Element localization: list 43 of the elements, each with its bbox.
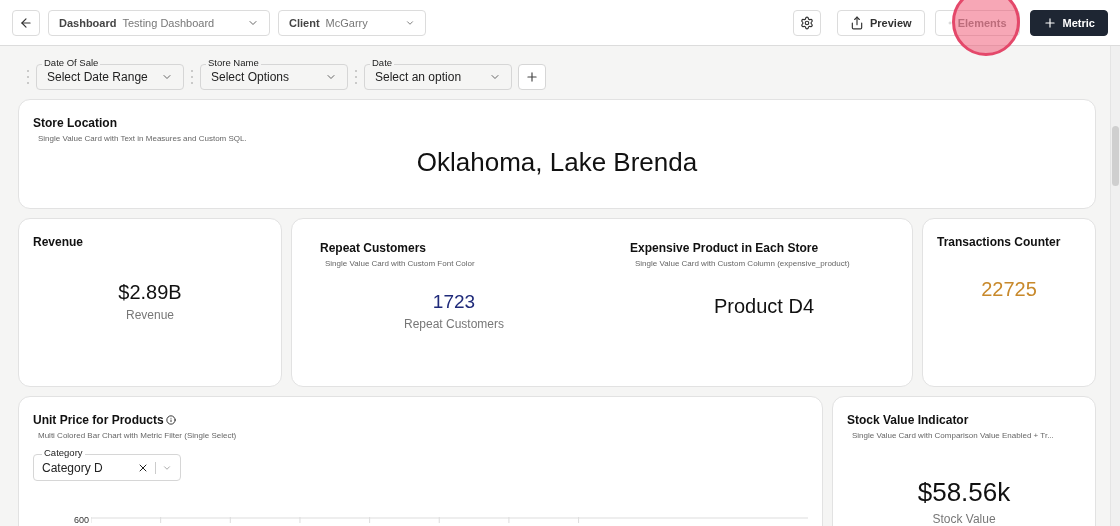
card-subtitle: Single Value Card with Comparison Value Enabled + Tr...	[852, 431, 1055, 440]
card-title: Stock Value Indicator	[847, 413, 970, 427]
field-value: Select Options	[211, 70, 290, 84]
card-title: Expensive Product in Each Store	[630, 241, 820, 255]
back-button[interactable]	[12, 9, 40, 36]
metric-button[interactable]: Metric	[1029, 9, 1108, 36]
axis-tick-label: 600	[72, 515, 89, 525]
field-label: Date	[370, 57, 395, 68]
plus-icon	[525, 70, 539, 84]
share-icon	[850, 15, 864, 30]
field-label: Category	[42, 447, 85, 458]
plus-icon	[1042, 15, 1057, 30]
card-title: Revenue	[33, 235, 85, 249]
field-label: Store Name	[206, 57, 261, 68]
card-title: Repeat Customers	[320, 241, 428, 255]
add-filter-button[interactable]	[518, 64, 546, 90]
preview-button[interactable]: Preview	[837, 9, 925, 36]
info-icon[interactable]	[165, 415, 176, 425]
dashboard-select[interactable]: Dashboard Testing Dashboard	[48, 9, 270, 36]
field-label: Date Of Sale	[42, 57, 101, 68]
metric-label: Repeat Customers	[403, 317, 504, 331]
settings-button[interactable]	[793, 9, 821, 36]
metric-value: $2.89B	[118, 281, 182, 304]
client-select[interactable]: Client McGarry	[278, 9, 426, 36]
metric-value: 1723	[432, 291, 476, 313]
card-subtitle: Multi Colored Bar Chart with Metric Filter (Single Select)	[38, 431, 238, 440]
metric-value: Product D4	[713, 294, 815, 318]
field-value: Select an option	[375, 70, 462, 84]
card-subtitle: Single Value Card with Custom Column (expensive_product)	[635, 259, 851, 268]
card-title: Store Location	[33, 116, 118, 130]
gear-icon	[800, 15, 814, 30]
metric-value: 22725	[981, 278, 1037, 301]
metric-label: Revenue	[125, 308, 174, 322]
card-subtitle: Single Value Card with Custom Font Color	[325, 259, 476, 268]
metric-value: $58.56k	[917, 477, 1011, 508]
scrollbar[interactable]	[1110, 46, 1120, 526]
field-value: Select Date Range	[47, 70, 148, 84]
field-value: Category D	[42, 460, 104, 475]
metric-value: Oklahoma, Lake Brenda	[416, 147, 698, 178]
card-subtitle: Single Value Card with Text in Measures and Custom SQL.	[38, 134, 248, 143]
metric-label: Stock Value	[932, 512, 996, 526]
card-title: Unit Price for Products	[33, 413, 164, 427]
card-title: Transactions Counter	[937, 235, 1062, 249]
